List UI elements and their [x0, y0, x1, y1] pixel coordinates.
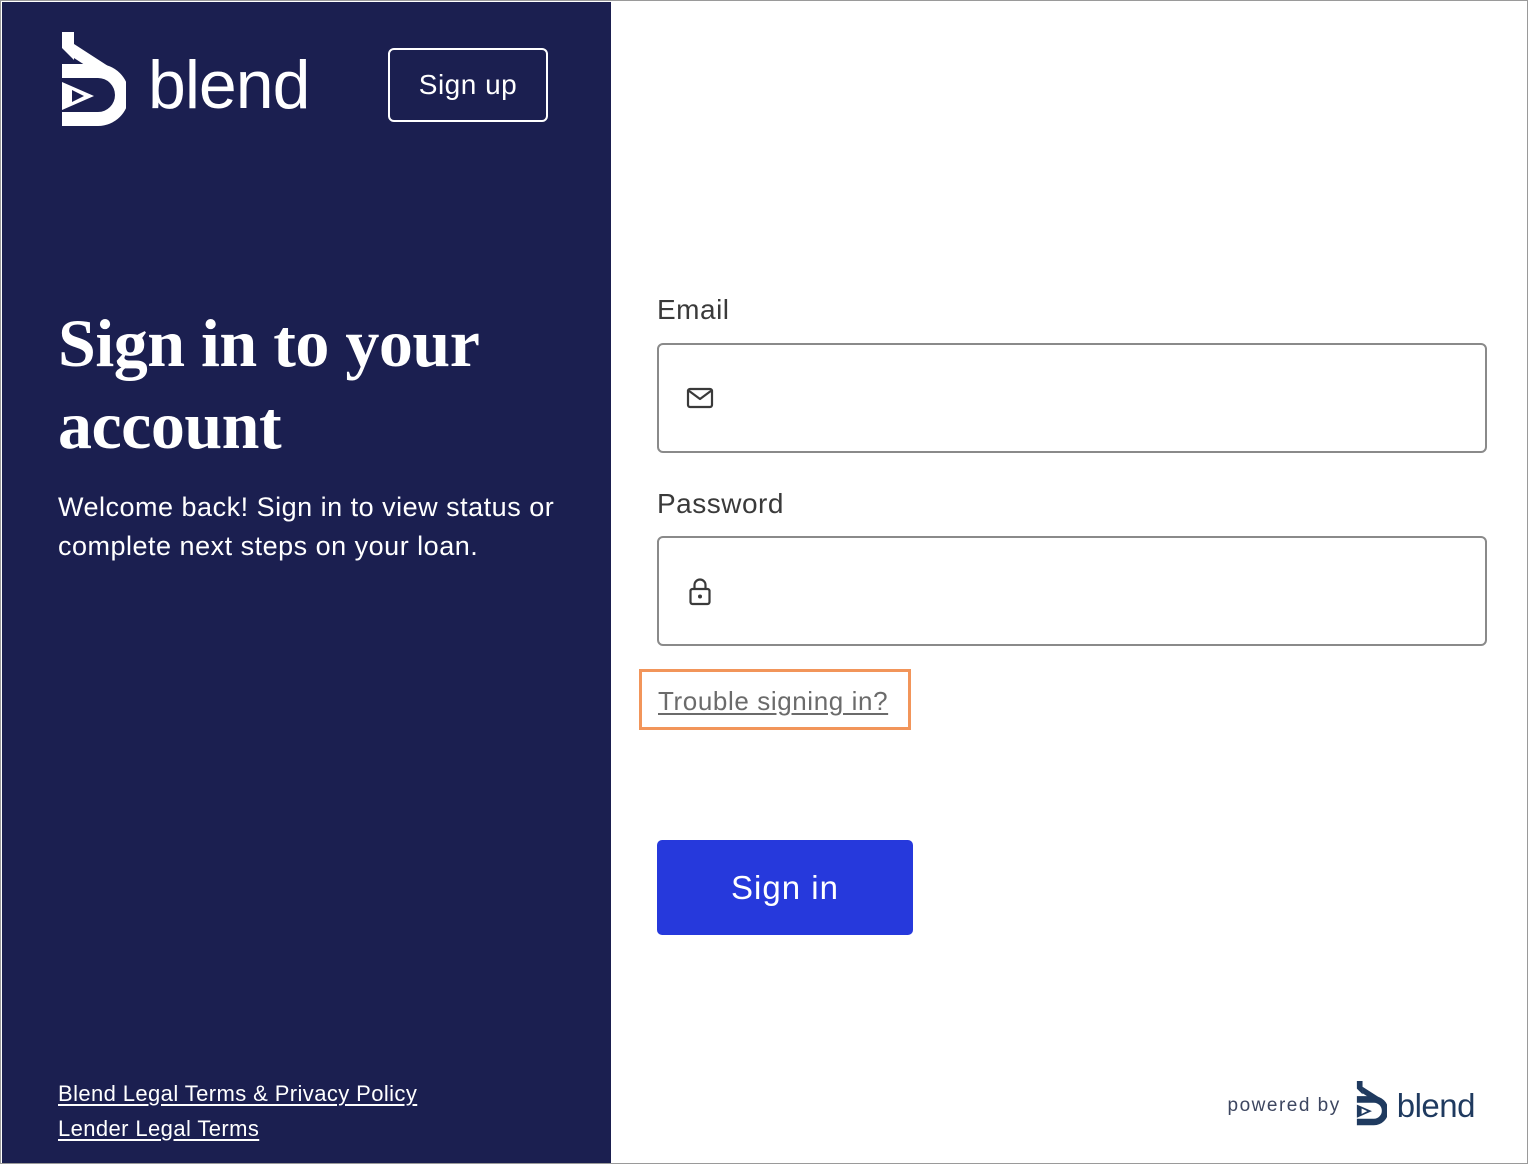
trouble-link-highlight: Trouble signing in? — [639, 669, 911, 730]
trouble-signing-in-link[interactable]: Trouble signing in? — [658, 686, 888, 717]
powered-blend-wordmark: blend — [1396, 1087, 1476, 1124]
lender-legal-terms-link[interactable]: Lender Legal Terms — [58, 1111, 417, 1146]
email-field[interactable] — [657, 343, 1487, 453]
password-field[interactable] — [657, 536, 1487, 646]
welcome-text: Welcome back! Sign in to view status or … — [58, 492, 555, 561]
blend-wordmark: blend — [148, 47, 310, 123]
password-input[interactable] — [731, 560, 1465, 622]
blend-logo-mark-icon — [62, 32, 126, 126]
mail-icon — [686, 387, 714, 409]
sign-in-button[interactable]: Sign in — [657, 840, 913, 935]
blend-logo: blend — [58, 30, 310, 140]
password-label: Password — [657, 488, 784, 519]
sign-in-page: blend Sign up Sign in to your account We… — [0, 0, 1528, 1164]
blend-legal-terms-link[interactable]: Blend Legal Terms & Privacy Policy — [58, 1076, 417, 1111]
email-label: Email — [657, 294, 730, 325]
lock-icon — [689, 578, 711, 606]
page-title: Sign in to your account — [58, 305, 479, 463]
email-input[interactable] — [731, 367, 1465, 429]
legal-links: Blend Legal Terms & Privacy Policy Lende… — [58, 1076, 417, 1146]
sign-up-button[interactable]: Sign up — [388, 48, 548, 122]
powered-by-blend: powered by blend — [1227, 1080, 1476, 1132]
sign-in-form-panel: Email Password Trouble signing in? Sign … — [611, 2, 1527, 1163]
blend-logo-small-icon — [1356, 1081, 1387, 1126]
powered-by-text: powered by — [1227, 1095, 1341, 1116]
brand-panel: blend Sign up Sign in to your account We… — [2, 2, 611, 1163]
